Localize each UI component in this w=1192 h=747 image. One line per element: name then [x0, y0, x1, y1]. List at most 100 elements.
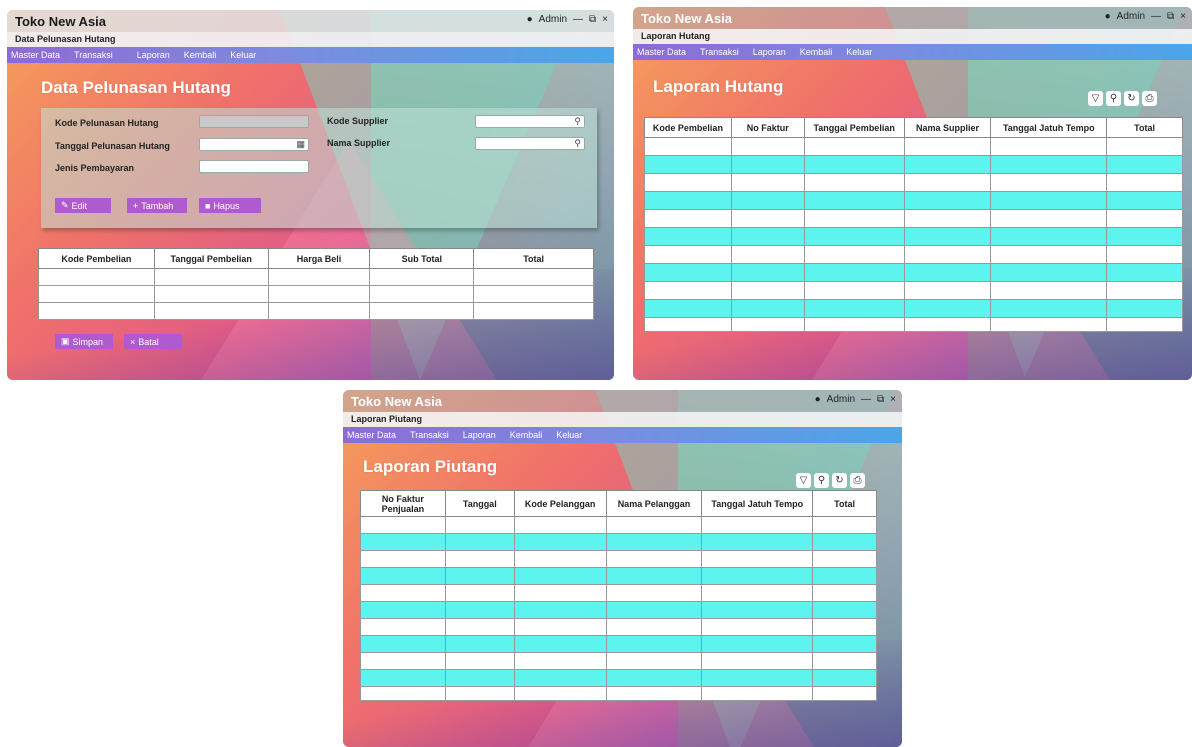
table-row[interactable] [644, 137, 1183, 156]
table-row[interactable] [644, 191, 1183, 210]
tambah-button[interactable]: + Tambah [127, 198, 187, 213]
window-pelunasan-hutang: Toko New Asia ● Admin — ⧉ × Data Pelunas… [7, 10, 614, 380]
column-header: Harga Beli [267, 248, 371, 269]
user-icon: ● [814, 394, 821, 405]
app-title: Toko New Asia [641, 10, 733, 26]
close-icon[interactable]: × [602, 14, 608, 25]
page-title: Laporan Piutang [363, 457, 498, 476]
menu-bar: Master Data Transaksi Laporan Kembali Ke… [7, 47, 614, 63]
laporan-hutang-table: Kode Pembelian No Faktur Tanggal Pembeli… [644, 117, 1183, 332]
table-row[interactable] [360, 686, 877, 701]
close-icon: × [130, 336, 136, 347]
table-row[interactable] [644, 173, 1183, 192]
table-row[interactable] [644, 299, 1183, 318]
table-row[interactable] [360, 584, 877, 602]
column-header: Tanggal Pembelian [153, 248, 269, 269]
filter-icon[interactable]: ▽ [1088, 91, 1103, 106]
jenis-pembayaran-label: Jenis Pembayaran [55, 163, 135, 173]
nama-supplier-label: Nama Supplier [327, 138, 391, 148]
table-row[interactable] [644, 245, 1183, 264]
calendar-icon[interactable]: ▦ [296, 139, 305, 150]
table-row[interactable] [644, 155, 1183, 174]
menu-item-laporan[interactable]: Laporan [137, 50, 170, 60]
simpan-button[interactable]: ▣ Simpan [55, 334, 113, 349]
column-header: Total [1106, 117, 1183, 138]
app-title: Toko New Asia [351, 393, 443, 409]
plus-icon: + [133, 200, 139, 211]
search-icon[interactable]: ⚲ [574, 138, 581, 149]
table-row[interactable] [644, 281, 1183, 300]
jenis-pembayaran-field[interactable] [199, 160, 309, 173]
print-icon[interactable]: ⎙ [1142, 91, 1157, 106]
menu-item-kembali[interactable]: Kembali [510, 430, 543, 440]
filter-icon[interactable]: ▽ [796, 473, 811, 488]
menu-item-laporan[interactable]: Laporan [463, 430, 496, 440]
column-header: No Faktur Penjualan [360, 490, 446, 517]
table-row[interactable] [360, 550, 877, 568]
restore-icon[interactable]: ⧉ [877, 394, 884, 405]
close-icon[interactable]: × [1180, 11, 1186, 22]
nama-supplier-field[interactable]: ⚲ [475, 137, 585, 150]
table-row[interactable] [644, 227, 1183, 246]
table-row[interactable] [644, 317, 1183, 332]
menu-item-kembali[interactable]: Kembali [800, 47, 833, 57]
menu-item-keluar[interactable]: Keluar [556, 430, 582, 440]
refresh-icon[interactable]: ↻ [832, 473, 847, 488]
user-name: Admin [1116, 11, 1146, 22]
table-row[interactable] [360, 652, 877, 670]
batal-button[interactable]: × Batal [124, 334, 182, 349]
table-row[interactable] [644, 209, 1183, 228]
breadcrumb: Data Pelunasan Hutang [7, 32, 614, 47]
search-icon[interactable]: ⚲ [814, 473, 829, 488]
menu-item-keluar[interactable]: Keluar [230, 50, 256, 60]
minimize-icon[interactable]: — [861, 394, 871, 405]
table-row[interactable] [360, 635, 877, 653]
column-header: Total [812, 490, 877, 517]
table-row[interactable] [360, 567, 877, 585]
kode-supplier-field[interactable]: ⚲ [475, 115, 585, 128]
close-icon[interactable]: × [890, 394, 896, 405]
page-title: Data Pelunasan Hutang [41, 78, 231, 97]
search-icon[interactable]: ⚲ [574, 116, 581, 127]
table-row[interactable] [360, 516, 877, 534]
menu-item-master-data[interactable]: Master Data [347, 430, 396, 440]
table-row[interactable] [38, 302, 594, 320]
tanggal-pelunasan-field[interactable]: ▦ [199, 138, 309, 151]
restore-icon[interactable]: ⧉ [589, 14, 596, 25]
form-panel: Kode Pelunasan Hutang Tanggal Pelunasan … [41, 108, 597, 228]
title-bar: Toko New Asia ● Admin — ⧉ × [343, 390, 902, 412]
menu-item-transaksi[interactable]: Transaksi [700, 47, 739, 57]
column-header: Sub Total [369, 248, 475, 269]
table-row[interactable] [38, 268, 594, 286]
search-icon[interactable]: ⚲ [1106, 91, 1121, 106]
print-icon[interactable]: ⎙ [850, 473, 865, 488]
table-row[interactable] [360, 533, 877, 551]
table-row[interactable] [360, 669, 877, 687]
menu-item-keluar[interactable]: Keluar [846, 47, 872, 57]
edit-button[interactable]: ✎ Edit [55, 198, 111, 213]
menu-item-master-data[interactable]: Master Data [11, 50, 60, 60]
menu-item-master-data[interactable]: Master Data [637, 47, 686, 57]
menu-item-transaksi[interactable]: Transaksi [410, 430, 449, 440]
column-header: No Faktur [730, 117, 805, 138]
minimize-icon[interactable]: — [573, 14, 583, 25]
restore-icon[interactable]: ⧉ [1167, 11, 1174, 22]
minimize-icon[interactable]: — [1151, 11, 1161, 22]
refresh-icon[interactable]: ↻ [1124, 91, 1139, 106]
table-row[interactable] [360, 601, 877, 619]
menu-item-kembali[interactable]: Kembali [184, 50, 217, 60]
column-header: Nama Pelanggan [605, 490, 703, 517]
column-header: Total [473, 248, 594, 269]
kode-pelunasan-field[interactable] [199, 115, 309, 128]
table-row[interactable] [644, 263, 1183, 282]
hapus-button[interactable]: ■ Hapus [199, 198, 261, 213]
title-bar: Toko New Asia ● Admin — ⧉ × [633, 7, 1192, 29]
window-controls: ● Admin — ⧉ × [1105, 11, 1186, 22]
window-laporan-hutang: Toko New Asia ● Admin — ⧉ × Laporan Huta… [633, 7, 1192, 380]
pencil-icon: ✎ [61, 200, 69, 210]
menu-item-transaksi[interactable]: Transaksi [74, 50, 113, 60]
table-row[interactable] [360, 618, 877, 636]
table-row[interactable] [38, 285, 594, 303]
breadcrumb: Laporan Piutang [343, 412, 902, 427]
menu-item-laporan[interactable]: Laporan [753, 47, 786, 57]
